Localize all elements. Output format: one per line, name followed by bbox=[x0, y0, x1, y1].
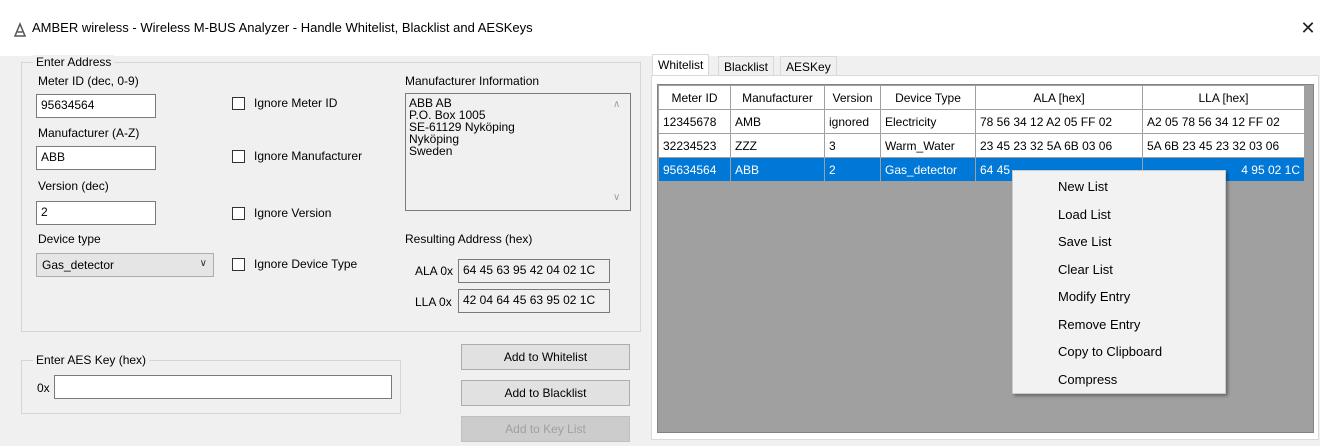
aes-key-input[interactable] bbox=[54, 375, 392, 399]
device-type-select[interactable]: Gas_detector ∨ bbox=[36, 253, 214, 277]
ignore-manufacturer-checkbox[interactable] bbox=[232, 150, 245, 163]
ignore-manufacturer-label: Ignore Manufacturer bbox=[254, 149, 363, 163]
manufacturer-label: Manufacturer (A-Z) bbox=[38, 126, 140, 140]
manufacturer-info-textarea[interactable]: ABB AB P.O. Box 1005 SE-61129 Nyköping N… bbox=[405, 93, 631, 211]
table-cell: Gas_detector bbox=[880, 157, 976, 182]
scroll-up-icon[interactable]: ∧ bbox=[613, 99, 620, 110]
menu-item-remove-entry[interactable]: Remove Entry bbox=[1013, 311, 1225, 339]
table-cell: 12345678 bbox=[658, 109, 731, 134]
table-cell: 5A 6B 23 45 23 32 03 06 bbox=[1142, 133, 1305, 158]
menu-item-load-list[interactable]: Load List bbox=[1013, 201, 1225, 229]
amber-app-icon bbox=[13, 22, 27, 37]
table-cell: 95634564 bbox=[658, 157, 731, 182]
manufacturer-info-label: Manufacturer Information bbox=[405, 74, 540, 88]
version-input[interactable]: 2 bbox=[36, 201, 156, 225]
tab-blacklist[interactable]: Blacklist bbox=[718, 56, 775, 76]
aes-key-legend: Enter AES Key (hex) bbox=[33, 353, 150, 367]
menu-item-compress[interactable]: Compress bbox=[1013, 366, 1225, 394]
table-cell: A2 05 78 56 34 12 FF 02 bbox=[1142, 109, 1305, 134]
table-cell: Warm_Water bbox=[880, 133, 976, 158]
table-header-row: Meter ID Manufacturer Version Device Typ… bbox=[658, 85, 1305, 110]
meter-id-input[interactable]: 95634564 bbox=[36, 94, 156, 118]
table-cell: ABB bbox=[730, 157, 825, 182]
ala-label: ALA 0x bbox=[415, 264, 454, 278]
table-cell: ignored bbox=[824, 109, 881, 134]
add-to-blacklist-button[interactable]: Add to Blacklist bbox=[461, 380, 630, 406]
ignore-device-type-label: Ignore Device Type bbox=[254, 257, 358, 271]
context-menu: New List Load List Save List Clear List … bbox=[1012, 170, 1226, 394]
scroll-down-icon[interactable]: ∨ bbox=[613, 192, 620, 203]
table-cell: 23 45 23 32 5A 6B 03 06 bbox=[975, 133, 1143, 158]
menu-item-save-list[interactable]: Save List bbox=[1013, 228, 1225, 256]
device-type-label: Device type bbox=[38, 232, 101, 246]
resulting-address-label: Resulting Address (hex) bbox=[405, 232, 533, 246]
version-label: Version (dec) bbox=[38, 179, 109, 193]
manufacturer-input[interactable]: ABB bbox=[36, 146, 156, 170]
menu-item-copy-to-clipboard[interactable]: Copy to Clipboard bbox=[1013, 338, 1225, 366]
ignore-version-checkbox[interactable] bbox=[232, 207, 245, 220]
meter-id-label: Meter ID (dec, 0-9) bbox=[38, 74, 139, 88]
table-cell: Electricity bbox=[880, 109, 976, 134]
table-cell: 32234523 bbox=[658, 133, 731, 158]
column-header-manufacturer[interactable]: Manufacturer bbox=[730, 85, 825, 110]
table-row[interactable]: 32234523 ZZZ 3 Warm_Water 23 45 23 32 5A… bbox=[658, 133, 1305, 158]
tab-aeskey[interactable]: AESKey bbox=[780, 56, 837, 76]
lla-label: LLA 0x bbox=[415, 295, 452, 309]
table-row[interactable]: 12345678 AMB ignored Electricity 78 56 3… bbox=[658, 109, 1305, 134]
table-cell: 3 bbox=[824, 133, 881, 158]
table-cell: ZZZ bbox=[730, 133, 825, 158]
ignore-meter-id-label: Ignore Meter ID bbox=[254, 96, 338, 110]
ala-output: 64 45 63 95 42 04 02 1C bbox=[458, 259, 610, 283]
column-header-meter-id[interactable]: Meter ID bbox=[658, 85, 731, 110]
window-title: AMBER wireless - Wireless M-BUS Analyzer… bbox=[32, 20, 533, 35]
menu-item-new-list[interactable]: New List bbox=[1013, 173, 1225, 201]
table-cell: 78 56 34 12 A2 05 FF 02 bbox=[975, 109, 1143, 134]
manufacturer-info-text: ABB AB P.O. Box 1005 SE-61129 Nyköping N… bbox=[409, 96, 515, 158]
column-header-device-type[interactable]: Device Type bbox=[880, 85, 976, 110]
device-type-value: Gas_detector bbox=[42, 258, 115, 272]
aes-key-prefix: 0x bbox=[37, 381, 50, 395]
chevron-down-icon: ∨ bbox=[199, 258, 207, 269]
column-header-lla[interactable]: LLA [hex] bbox=[1142, 85, 1305, 110]
ignore-meter-id-checkbox[interactable] bbox=[232, 97, 245, 110]
add-to-whitelist-button[interactable]: Add to Whitelist bbox=[461, 344, 630, 370]
menu-item-modify-entry[interactable]: Modify Entry bbox=[1013, 283, 1225, 311]
lla-output: 42 04 64 45 63 95 02 1C bbox=[458, 289, 610, 313]
ignore-device-type-checkbox[interactable] bbox=[232, 258, 245, 271]
add-to-key-list-button[interactable]: Add to Key List bbox=[461, 416, 630, 442]
column-header-version[interactable]: Version bbox=[824, 85, 881, 110]
table-cell: AMB bbox=[730, 109, 825, 134]
column-header-ala[interactable]: ALA [hex] bbox=[975, 85, 1143, 110]
ignore-version-label: Ignore Version bbox=[254, 206, 332, 220]
enter-address-legend: Enter Address bbox=[33, 55, 115, 69]
table-cell: 2 bbox=[824, 157, 881, 182]
whitelist-table: Meter ID Manufacturer Version Device Typ… bbox=[658, 85, 1305, 182]
tab-whitelist[interactable]: Whitelist bbox=[652, 54, 710, 76]
close-icon[interactable]: ✕ bbox=[1296, 14, 1320, 42]
menu-item-clear-list[interactable]: Clear List bbox=[1013, 256, 1225, 284]
